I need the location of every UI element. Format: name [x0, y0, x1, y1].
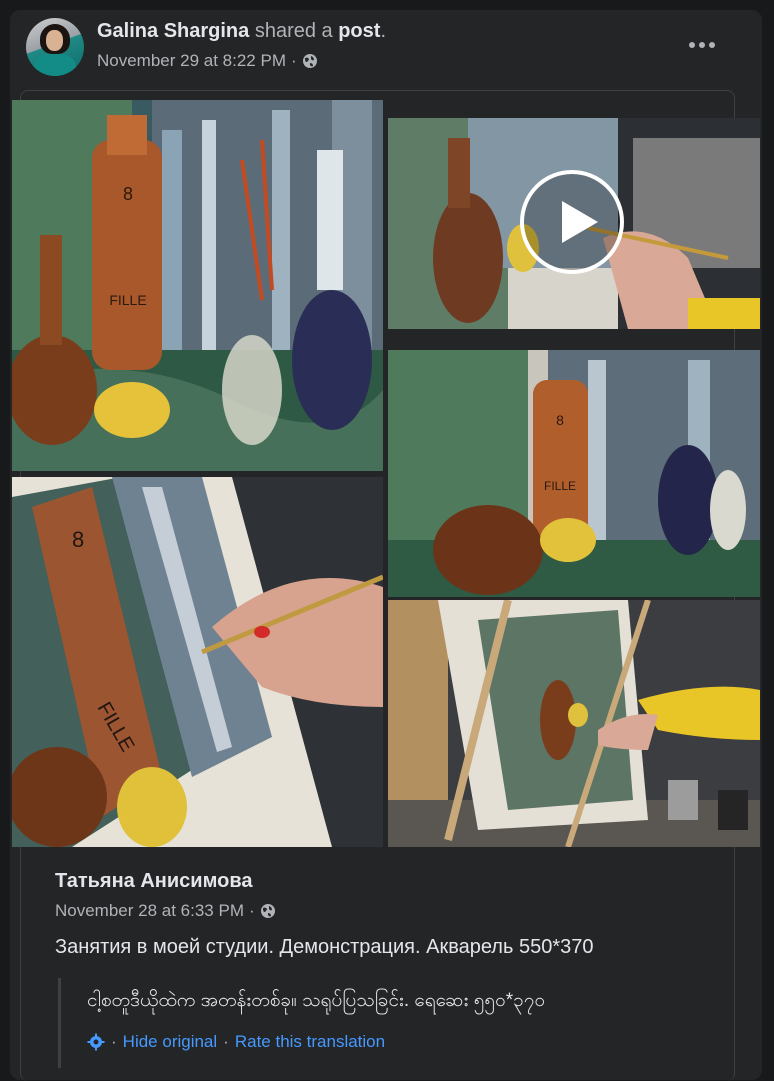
post-meta: November 29 at 8:22 PM · — [97, 51, 318, 71]
original-timestamp[interactable]: November 28 at 6:33 PM — [55, 901, 244, 921]
gallery-image-3[interactable]: 8 FILLE — [12, 477, 383, 847]
author-name[interactable]: Galina Shargina — [97, 20, 249, 42]
translation-actions: · Hide original · Rate this translation — [87, 1032, 385, 1052]
translated-text: ငါ့စတူဒီယိုထဲက အတန်းတစ်ခု။ သရုပ်ပြသခြင်း… — [87, 990, 546, 1011]
translation-block: ငါ့စတူဒီယိုထဲက အတန်းတစ်ခု။ သရုပ်ပြသခြင်း… — [58, 978, 741, 1068]
author-avatar[interactable] — [26, 18, 84, 76]
svg-text:FILLE: FILLE — [109, 292, 146, 308]
globe-icon[interactable] — [302, 53, 318, 69]
gallery-image-2[interactable]: 8 FILLE — [388, 350, 760, 597]
share-action-text: shared a — [249, 20, 339, 42]
post-header-line: Galina Shargina shared a post. — [97, 20, 386, 42]
svg-text:8: 8 — [123, 184, 133, 204]
hide-original-link[interactable]: Hide original — [123, 1032, 218, 1052]
svg-text:8: 8 — [556, 412, 564, 428]
shared-post-link[interactable]: post — [338, 20, 380, 42]
original-author-name[interactable]: Татьяна Анисимова — [55, 870, 253, 893]
gallery-image-1[interactable]: 8 FILLE — [12, 100, 383, 471]
rate-translation-link[interactable]: Rate this translation — [235, 1032, 385, 1052]
play-icon[interactable] — [520, 170, 624, 274]
post-timestamp[interactable]: November 29 at 8:22 PM — [97, 51, 286, 71]
original-post-text: Занятия в моей студии. Демонстрация. Акв… — [55, 936, 594, 958]
original-post-meta: November 28 at 6:33 PM · — [55, 901, 276, 921]
gallery-image-4[interactable] — [388, 600, 760, 847]
globe-icon[interactable] — [260, 903, 276, 919]
gallery-video[interactable] — [388, 118, 760, 329]
svg-text:8: 8 — [72, 527, 84, 552]
svg-text:FILLE: FILLE — [544, 479, 576, 493]
gear-icon[interactable] — [87, 1033, 105, 1051]
more-options-icon[interactable] — [682, 30, 722, 60]
